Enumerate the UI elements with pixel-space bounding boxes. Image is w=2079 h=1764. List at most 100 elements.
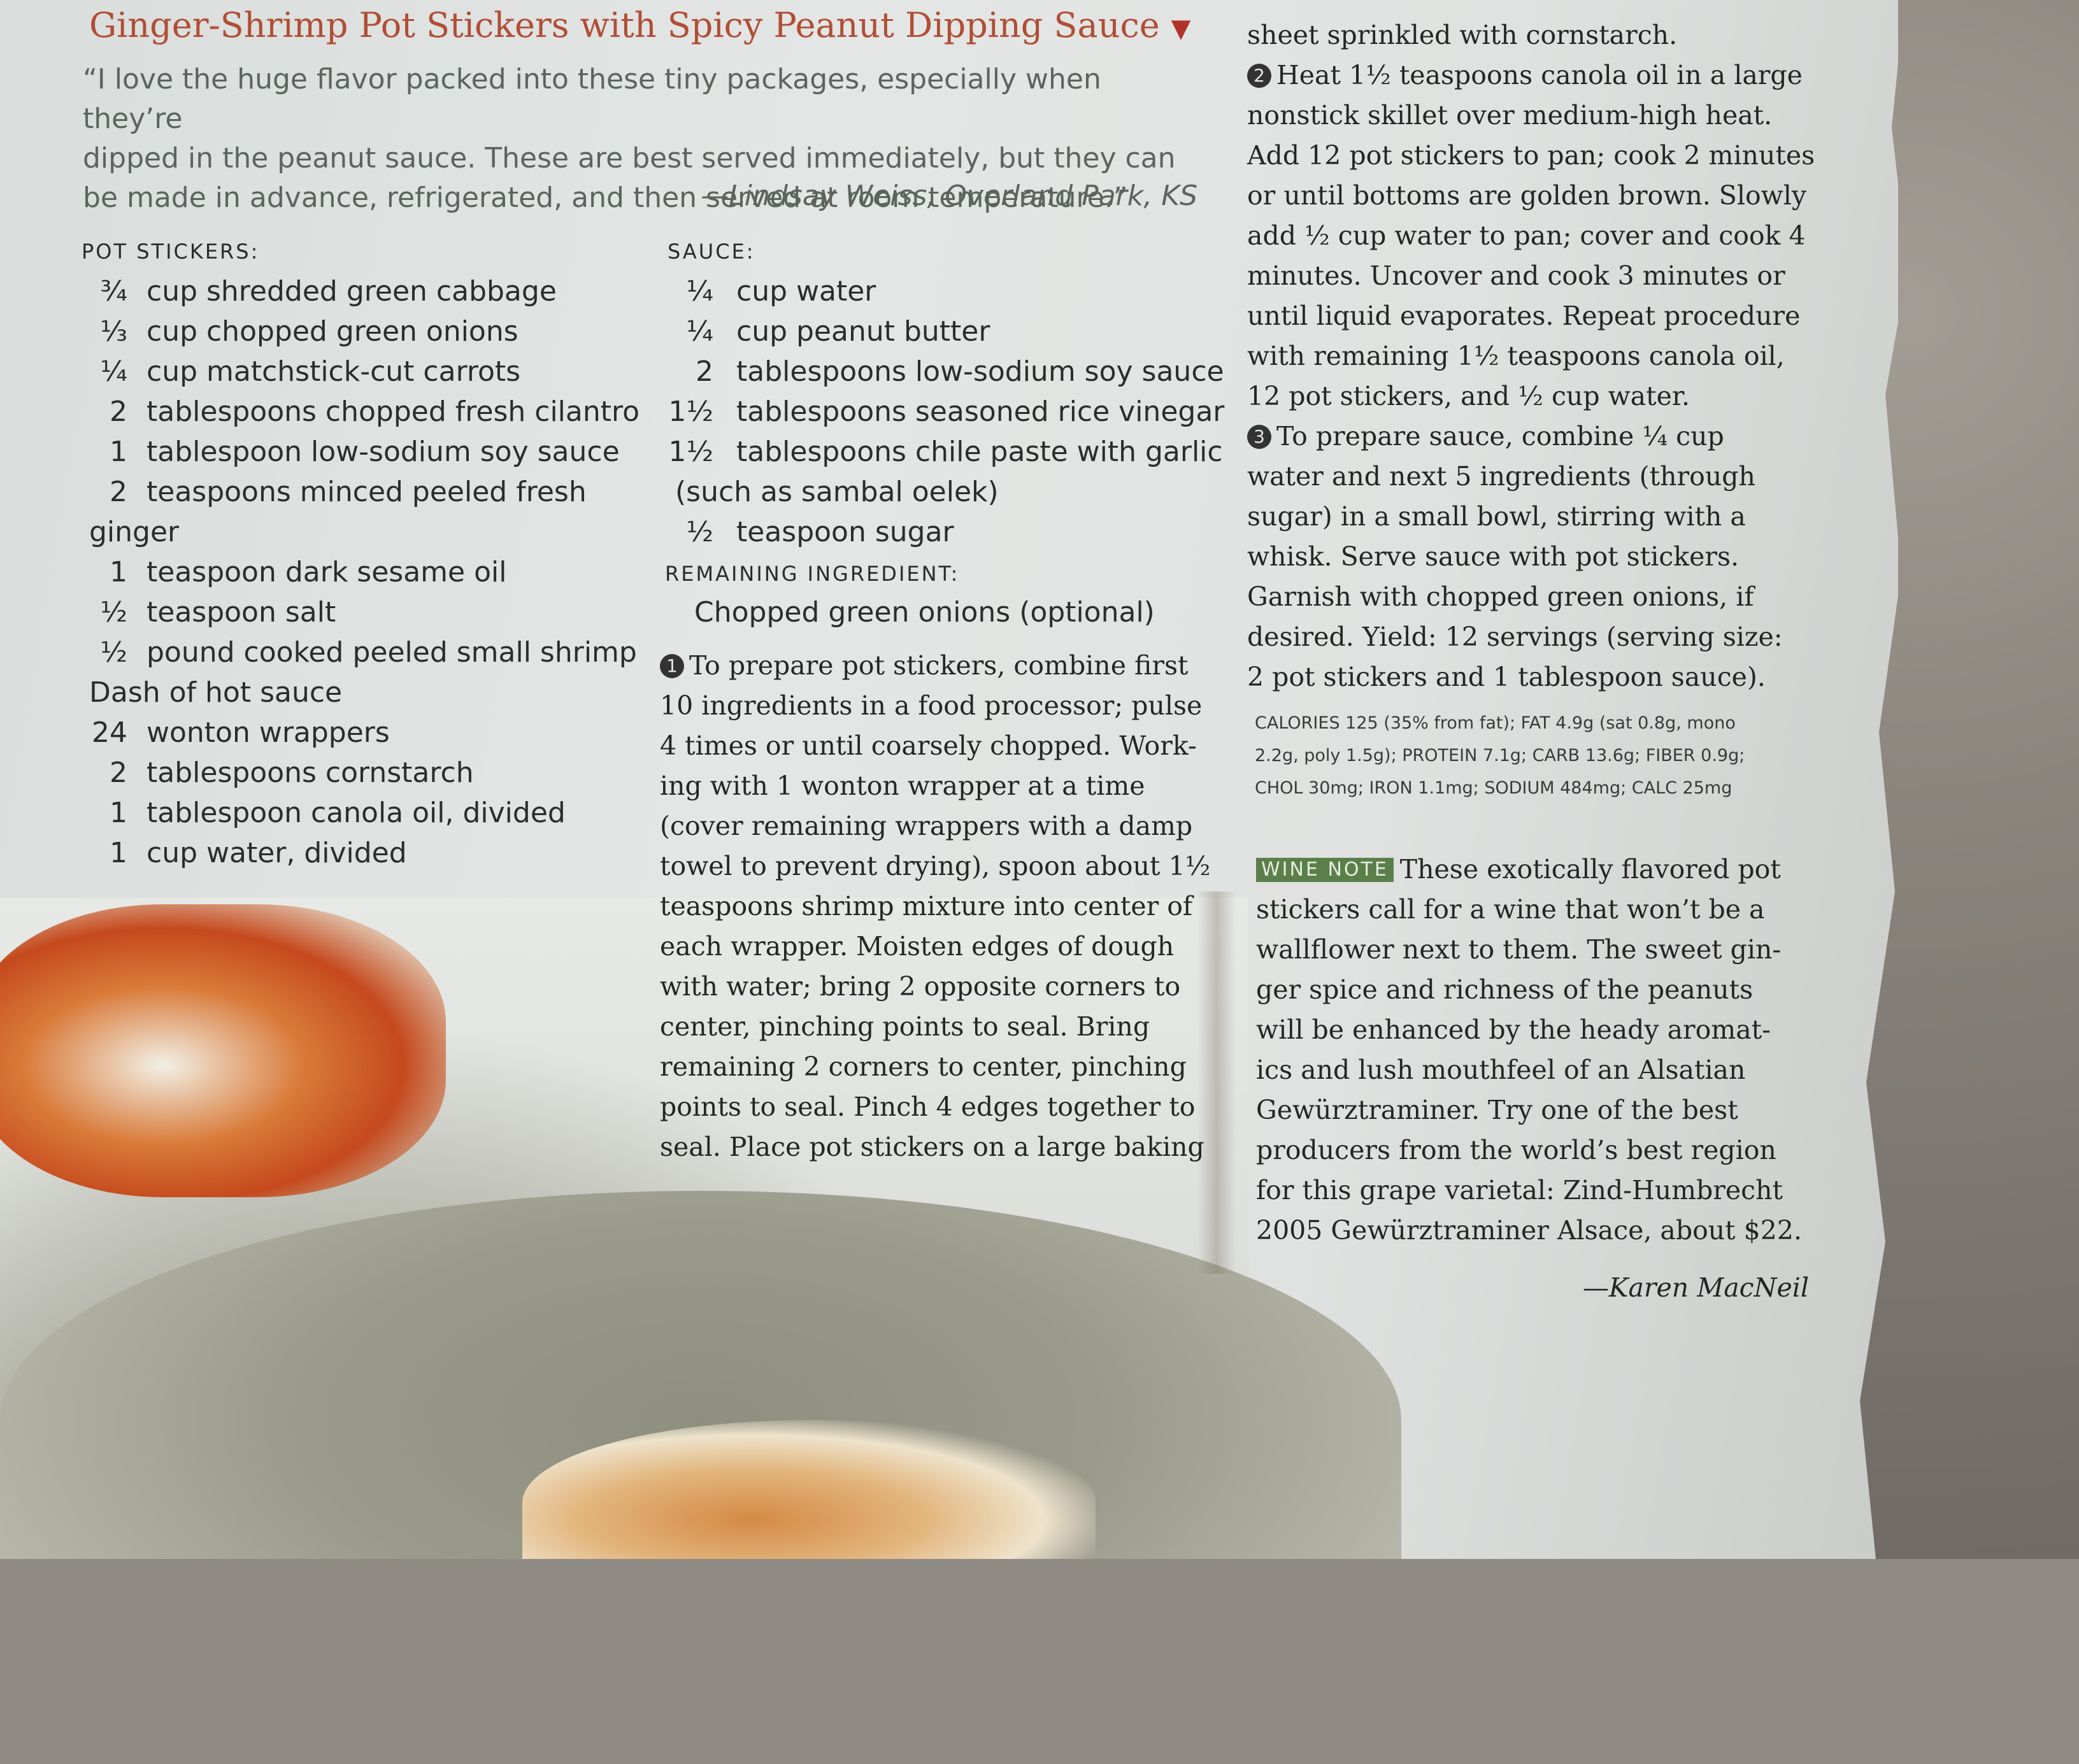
wine-note-line: wallflower next to them. The sweet gin- xyxy=(1256,930,1829,970)
step-1-line: each wrapper. Moisten edges of dough xyxy=(660,927,1220,967)
ingredient-row: 2 teaspoons minced peeled fresh xyxy=(64,472,637,512)
ingredient-row: 1 tablespoon canola oil, divided xyxy=(64,793,637,833)
step-1-line: 10 ingredients in a food processor; puls… xyxy=(660,686,1220,726)
ingredient-amount: 24 xyxy=(92,716,127,749)
step-3-line: 3 To prepare sauce, combine ¼ cup xyxy=(1247,416,1820,457)
step-2-line-text: minutes. Uncover and cook 3 minutes or xyxy=(1247,260,1785,291)
quote-line: dipped in the peanut sauce. These are be… xyxy=(83,142,1176,174)
ingredient-row: ½ pound cooked peeled small shrimp xyxy=(64,632,637,672)
step-1-line: with water; bring 2 opposite corners to xyxy=(660,967,1220,1007)
step-1-line: remaining 2 corners to center, pinching xyxy=(660,1047,1220,1087)
step-2-line-text: Add 12 pot stickers to pan; cook 2 minut… xyxy=(1247,140,1815,171)
wine-note-badge: WINE NOTE xyxy=(1256,858,1394,882)
wine-note-line: WINE NOTE These exotically flavored pot xyxy=(1256,850,1829,890)
ingredient-amount: ⅓ xyxy=(100,315,127,348)
wine-note-line: for this grape varietal: Zind-Humbrecht xyxy=(1256,1170,1829,1211)
ingredient-row: ¾ cup shredded green cabbage xyxy=(64,271,637,311)
step-1-line-text: points to seal. Pinch 4 edges together t… xyxy=(660,1092,1196,1122)
step-1-line: seal. Place pot stickers on a large baki… xyxy=(660,1127,1220,1167)
step-3-line-text: whisk. Serve sauce with pot stickers. xyxy=(1247,541,1740,572)
ingredient-row: 2 tablespoons low-sodium soy sauce xyxy=(650,352,1224,392)
ingredient-text: (such as sambal oelek) xyxy=(675,476,999,508)
ingredient-row: 2 tablespoons chopped fresh cilantro xyxy=(64,392,640,432)
step-2-line-text: until liquid evaporates. Repeat procedur… xyxy=(1247,301,1801,331)
wine-note-line-text: for this grape varietal: Zind-Humbrecht xyxy=(1256,1175,1783,1206)
remaining-ingredient: Chopped green onions (optional) xyxy=(694,596,1155,629)
pot-stickers-heading: POT STICKERS: xyxy=(82,239,260,264)
step-3-line: desired. Yield: 12 servings (serving siz… xyxy=(1247,617,1820,657)
ingredient-row: 2 tablespoons cornstarch xyxy=(64,753,637,793)
ingredient-text: cup shredded green cabbage xyxy=(146,275,557,308)
step-number-icon: 3 xyxy=(1247,425,1271,449)
wine-note-line: will be enhanced by the heady aromat- xyxy=(1256,1010,1829,1050)
ingredient-amount: ¼ xyxy=(686,275,713,308)
ingredient-row: ¼ cup water xyxy=(650,271,1223,311)
step-3-line-text: 2 pot stickers and 1 tablespoon sauce). xyxy=(1247,662,1766,692)
ingredient-text: tablespoons chopped fresh cilantro xyxy=(146,395,640,428)
nutrition-line: CHOL 30mg; IRON 1.1mg; SODIUM 484mg; CAL… xyxy=(1255,778,1732,798)
step-1-line-text: center, pinching points to seal. Bring xyxy=(660,1011,1150,1042)
step-1-line: teaspoons shrimp mixture into center of xyxy=(660,886,1220,927)
wine-note: WINE NOTE These exotically flavored pot st… xyxy=(1256,850,1829,1251)
wine-note-line-text: ger spice and richness of the peanuts xyxy=(1256,974,1754,1005)
nutrition-info: CALORIES 125 (35% from fat); FAT 4.9g (s… xyxy=(1255,707,1828,804)
step-2-line: with remaining 1½ teaspoons canola oil, xyxy=(1247,336,1820,376)
ingredient-row: Dash of hot sauce xyxy=(64,672,637,713)
ingredient-text: cup peanut butter xyxy=(736,315,990,348)
wine-note-line-text: stickers call for a wine that won’t be a xyxy=(1256,894,1765,925)
ingredient-text: tablespoons low-sodium soy sauce xyxy=(736,355,1224,388)
sauce-heading: SAUCE: xyxy=(668,239,755,264)
ingredient-amount: ½ xyxy=(686,516,713,548)
step-1-line-text: seal. Place pot stickers on a large baki… xyxy=(660,1132,1204,1162)
step-1-line: (cover remaining wrappers with a damp xyxy=(660,806,1220,846)
ingredient-text: Dash of hot sauce xyxy=(89,676,343,709)
ingredient-text: cup water xyxy=(736,275,876,308)
ingredient-text: teaspoon sugar xyxy=(736,516,954,548)
ingredient-text: teaspoons minced peeled fresh xyxy=(146,476,587,508)
step-3-line-text: To prepare sauce, combine ¼ cup xyxy=(1276,421,1724,452)
ingredient-row: (such as sambal oelek) xyxy=(650,472,1223,512)
step-2-line: or until bottoms are golden brown. Slowl… xyxy=(1247,176,1820,216)
ingredient-text: cup chopped green onions xyxy=(146,315,518,348)
step-3-line: water and next 5 ingredients (through xyxy=(1247,457,1820,497)
ingredient-text: tablespoons chile paste with garlic xyxy=(736,436,1223,468)
step-3-line-text: Garnish with chopped green onions, if xyxy=(1247,581,1754,612)
step-1-line: points to seal. Pinch 4 edges together t… xyxy=(660,1087,1220,1127)
step-1-line: center, pinching points to seal. Bring xyxy=(660,1007,1220,1047)
step-2-line: Add 12 pot stickers to pan; cook 2 minut… xyxy=(1247,136,1820,176)
ingredient-row: 1½ tablespoons chile paste with garlic xyxy=(650,432,1223,472)
sauce-ingredient-list: ¼ cup water ¼ cup peanut butter 2 tablespoons… xyxy=(650,271,1224,552)
recipe-title: Ginger-Shrimp Pot Stickers with Spicy Pe… xyxy=(89,5,1191,45)
ingredient-text: wonton wrappers xyxy=(146,716,390,749)
ingredient-text: cup water, divided xyxy=(146,837,407,869)
step-1-line-text: remaining 2 corners to center, pinching xyxy=(660,1051,1187,1082)
step-1-continued-line: sheet sprinkled with cornstarch. xyxy=(1247,15,1820,55)
wine-note-line: 2005 Gewürztraminer Alsace, about $22. xyxy=(1256,1211,1829,1251)
quote-line: “I love the huge flavor packed into thes… xyxy=(83,63,1101,135)
step-3-line-text: desired. Yield: 12 servings (serving siz… xyxy=(1247,622,1783,652)
step-1-line-text: (cover remaining wrappers with a damp xyxy=(660,811,1193,841)
step-3-line: whisk. Serve sauce with pot stickers. xyxy=(1247,537,1820,577)
ingredient-amount: ½ xyxy=(100,596,127,629)
ingredient-amount: 1 xyxy=(110,556,127,588)
step-1-line-text: 4 times or until coarsely chopped. Work- xyxy=(660,730,1197,761)
step-3-line-text: sugar) in a small bowl, stirring with a xyxy=(1247,501,1746,532)
ingredient-text: pound cooked peeled small shrimp xyxy=(146,636,637,669)
pot-stickers-image xyxy=(522,1420,1096,1559)
wine-note-line-text: Gewürztraminer. Try one of the best xyxy=(1256,1095,1738,1125)
ingredient-amount: 2 xyxy=(110,757,127,789)
ingredient-row: ½ teaspoon salt xyxy=(64,592,637,632)
step-1-continued-line-text: sheet sprinkled with cornstarch. xyxy=(1247,20,1678,50)
wine-note-line: Gewürztraminer. Try one of the best xyxy=(1256,1090,1829,1130)
ingredient-amount: ¼ xyxy=(100,355,127,388)
directions-column: sheet sprinkled with cornstarch. 2 Heat 1½… xyxy=(1247,15,1820,697)
ingredient-text: ginger xyxy=(89,516,180,548)
ingredient-amount: ¼ xyxy=(686,315,713,348)
step-3-line-text: water and next 5 ingredients (through xyxy=(1247,461,1755,492)
ingredient-amount: ¾ xyxy=(100,275,127,308)
step-3-line: 2 pot stickers and 1 tablespoon sauce). xyxy=(1247,657,1820,697)
step-1-line: 4 times or until coarsely chopped. Work- xyxy=(660,726,1220,766)
step-number-icon: 1 xyxy=(660,654,684,678)
step-2-line-text: nonstick skillet over medium-high heat. xyxy=(1247,100,1773,131)
wine-note-line-text: producers from the world’s best region xyxy=(1256,1135,1776,1165)
